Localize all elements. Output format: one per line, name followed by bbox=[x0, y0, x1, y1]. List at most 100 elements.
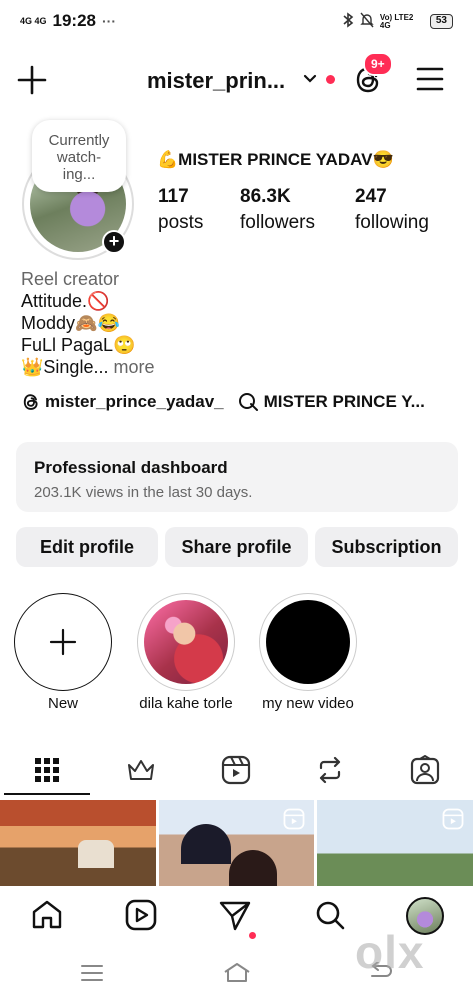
category-label: Reel creator bbox=[21, 269, 120, 289]
highlight-ring bbox=[137, 593, 235, 691]
dashboard-title: Professional dashboard bbox=[34, 458, 228, 477]
note-line: Currently bbox=[48, 132, 110, 149]
following-label: following bbox=[355, 212, 429, 233]
active-tab-indicator bbox=[4, 793, 90, 795]
posts-label: posts bbox=[158, 212, 204, 233]
tagged-icon bbox=[410, 755, 440, 785]
olx-watermark: olx bbox=[355, 926, 425, 978]
professional-dashboard[interactable]: Professional dashboard 203.1K views in t… bbox=[16, 442, 458, 512]
home-icon bbox=[32, 900, 62, 929]
mute-bell-icon bbox=[360, 12, 374, 31]
highlight-cover bbox=[266, 600, 350, 684]
channel-icon bbox=[238, 393, 258, 411]
highlight-ring bbox=[259, 593, 357, 691]
messages-button[interactable] bbox=[218, 898, 254, 934]
search-button[interactable] bbox=[313, 898, 349, 934]
threads-link-label: mister_prince_yadav_ bbox=[45, 392, 224, 411]
plus-icon bbox=[17, 65, 47, 95]
dashboard-subtitle: 203.1K views in the last 30 days. bbox=[34, 484, 253, 501]
profile-header: mister_prin... 9+ bbox=[0, 52, 473, 104]
channel-link-label: MISTER PRINCE Y... bbox=[263, 392, 425, 411]
thumbnail-detail bbox=[181, 824, 231, 864]
more-link[interactable]: more bbox=[113, 357, 154, 377]
bluetooth-icon bbox=[342, 12, 354, 31]
posts-count: 117 bbox=[158, 186, 189, 207]
repost-icon bbox=[319, 756, 341, 784]
clock: 19:28 bbox=[52, 11, 96, 30]
reel-icon bbox=[441, 808, 465, 835]
following-count: 247 bbox=[355, 186, 387, 207]
reels-nav-button[interactable] bbox=[124, 898, 160, 934]
tab-tagged[interactable] bbox=[378, 745, 472, 795]
channel-link[interactable]: MISTER PRINCE Y... bbox=[238, 392, 425, 412]
post-thumbnail[interactable] bbox=[317, 800, 473, 886]
bio-line: Moddy🙈😂 bbox=[21, 313, 120, 333]
followers-label: followers bbox=[240, 212, 315, 233]
tab-subscriptions[interactable] bbox=[94, 745, 188, 795]
post-thumbnail[interactable] bbox=[159, 800, 314, 886]
reel-icon bbox=[282, 808, 306, 835]
following-stat[interactable]: 247 following bbox=[355, 186, 429, 234]
highlight-label: New bbox=[47, 695, 78, 712]
menu-lines-icon bbox=[81, 965, 103, 981]
profile-tabs bbox=[0, 745, 473, 795]
bio: Reel creator Attitude.🚫 Moddy🙈😂 FuLl Pag… bbox=[21, 268, 154, 378]
tab-grid[interactable] bbox=[0, 745, 94, 795]
chevron-down-icon[interactable] bbox=[302, 70, 318, 86]
post-thumbnail[interactable] bbox=[0, 800, 156, 886]
new-highlight-circle bbox=[14, 593, 112, 691]
recent-apps-button[interactable] bbox=[80, 964, 104, 987]
posts-stat[interactable]: 117 posts bbox=[158, 186, 203, 234]
reels-icon bbox=[221, 755, 251, 785]
tab-reels[interactable] bbox=[189, 745, 283, 795]
followers-count: 86.3K bbox=[240, 186, 291, 207]
battery-indicator: 53 bbox=[429, 14, 453, 29]
threads-link[interactable]: mister_prince_yadav_ bbox=[21, 392, 224, 412]
highlight-item[interactable]: my new video bbox=[259, 593, 357, 712]
network-indicator: 4G 4G bbox=[20, 15, 47, 26]
thumbnail-detail bbox=[229, 850, 277, 886]
search-icon bbox=[316, 901, 345, 930]
status-bar: 4G 4G 19:28 ··· Vo) LTE2 4G 53 bbox=[0, 0, 473, 40]
username-switcher[interactable]: mister_prin... bbox=[147, 68, 285, 94]
subscription-button[interactable]: Subscription bbox=[315, 527, 458, 567]
home-button[interactable] bbox=[30, 898, 66, 934]
highlight-new[interactable]: New bbox=[14, 593, 112, 712]
highlight-item[interactable]: dila kahe torle bbox=[137, 593, 235, 712]
menu-button[interactable] bbox=[415, 66, 445, 92]
reels-icon bbox=[125, 899, 157, 931]
display-name: 💪MISTER PRINCE YADAV😎 bbox=[157, 150, 394, 169]
send-icon bbox=[219, 901, 251, 931]
add-story-icon[interactable]: + bbox=[102, 230, 126, 254]
threads-icon bbox=[23, 394, 38, 410]
highlight-label: dila kahe torle bbox=[139, 695, 233, 712]
posts-grid bbox=[0, 800, 473, 886]
create-button[interactable] bbox=[16, 64, 48, 96]
thumbnail-detail bbox=[78, 840, 114, 868]
note-line: watch- bbox=[56, 149, 102, 166]
signal-text: Vo) LTE2 4G bbox=[379, 12, 414, 30]
grid-icon bbox=[35, 758, 59, 782]
crown-icon bbox=[128, 760, 154, 780]
highlight-label: my new video bbox=[262, 695, 354, 712]
note-line: ing... bbox=[62, 166, 96, 183]
highlight-cover bbox=[144, 600, 228, 684]
note-bubble[interactable]: Currently watch- ing... bbox=[32, 120, 126, 192]
home-system-button[interactable] bbox=[222, 961, 252, 988]
status-left: 4G 4G 19:28 ··· bbox=[20, 11, 116, 31]
account-notification-dot bbox=[326, 75, 335, 84]
profile-links: mister_prince_yadav_ MISTER PRINCE Y... bbox=[21, 392, 461, 412]
hamburger-icon bbox=[416, 67, 444, 91]
notification-badge: 9+ bbox=[363, 52, 393, 76]
messages-notification-dot bbox=[249, 932, 256, 939]
bio-line: FuLl PagaL🙄 bbox=[21, 335, 136, 355]
tab-reposts[interactable] bbox=[283, 745, 377, 795]
bio-line: Attitude.🚫 bbox=[21, 291, 110, 311]
followers-stat[interactable]: 86.3K followers bbox=[240, 186, 315, 234]
status-right: Vo) LTE2 4G 53 bbox=[342, 12, 453, 31]
bio-line-last: 👑Single... more bbox=[21, 356, 154, 378]
bio-line: 👑Single... bbox=[21, 357, 109, 377]
share-profile-button[interactable]: Share profile bbox=[165, 527, 308, 567]
edit-profile-button[interactable]: Edit profile bbox=[16, 527, 158, 567]
home-outline-icon bbox=[224, 963, 250, 982]
